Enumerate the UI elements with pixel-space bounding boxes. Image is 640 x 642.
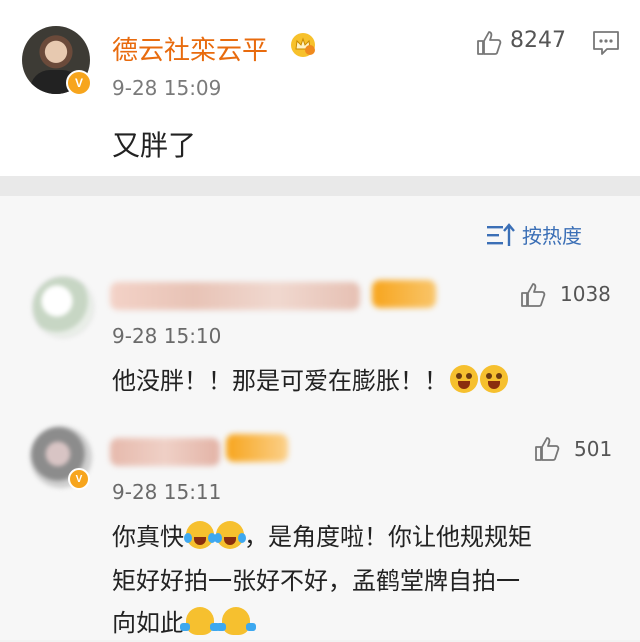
reply-text-content: 他没胖！！那是可爱在膨胀！！ bbox=[112, 367, 448, 395]
shrug-emoji bbox=[180, 607, 220, 635]
reply-badge-blurred bbox=[372, 280, 436, 308]
shrug-emoji bbox=[216, 607, 256, 635]
post-like-count[interactable]: 8247 bbox=[510, 28, 566, 53]
reply-avatar[interactable] bbox=[32, 276, 94, 338]
comment-icon[interactable] bbox=[592, 30, 620, 56]
reply-text-line-1: 你真快 ，是角度啦！你让他规规矩 bbox=[112, 518, 532, 556]
angry-emoji bbox=[480, 365, 508, 393]
reply-username-blurred[interactable] bbox=[110, 282, 360, 310]
sort-icon bbox=[487, 222, 515, 246]
reply-like-count[interactable]: 1038 bbox=[560, 282, 611, 306]
section-divider bbox=[0, 176, 640, 196]
thumbs-up-icon[interactable] bbox=[534, 436, 560, 462]
reply-badge-blurred bbox=[226, 434, 288, 462]
thumbs-up-icon[interactable] bbox=[520, 282, 546, 308]
reply-text-line-2: 矩好好拍一张好不好，孟鹤堂牌自拍一 bbox=[112, 567, 520, 595]
post-text: 又胖了 bbox=[112, 129, 197, 162]
reply-username-blurred[interactable] bbox=[110, 438, 220, 466]
laugh-cry-emoji bbox=[214, 521, 246, 549]
sort-label: 按热度 bbox=[522, 224, 582, 248]
thumbs-up-icon[interactable] bbox=[476, 30, 502, 56]
main-post: V 德云社栾云平 9-28 15:09 又胖了 8247 bbox=[0, 0, 640, 176]
reply-timestamp: 9-28 15:11 bbox=[112, 480, 222, 504]
laugh-cry-emoji bbox=[184, 521, 216, 549]
author-name[interactable]: 德云社栾云平 bbox=[112, 30, 268, 67]
reply-text-segment: 向如此 bbox=[112, 609, 184, 637]
reply-like-count[interactable]: 501 bbox=[574, 437, 612, 461]
reply-text-segment: ，是角度啦！你让他规规矩 bbox=[244, 523, 532, 551]
verified-badge: V bbox=[68, 468, 90, 490]
verified-badge: V bbox=[66, 70, 92, 96]
angry-emoji bbox=[450, 365, 478, 393]
reply-text: 他没胖！！那是可爱在膨胀！！ bbox=[112, 362, 508, 400]
reply-text-segment: 你真快 bbox=[112, 523, 184, 551]
reply-timestamp: 9-28 15:10 bbox=[112, 324, 222, 348]
post-timestamp: 9-28 15:09 bbox=[112, 76, 222, 100]
reply-text-line-3: 向如此 bbox=[112, 604, 256, 642]
crown-icon bbox=[291, 33, 315, 57]
sort-by-hot-button[interactable]: 按热度 bbox=[486, 220, 582, 249]
